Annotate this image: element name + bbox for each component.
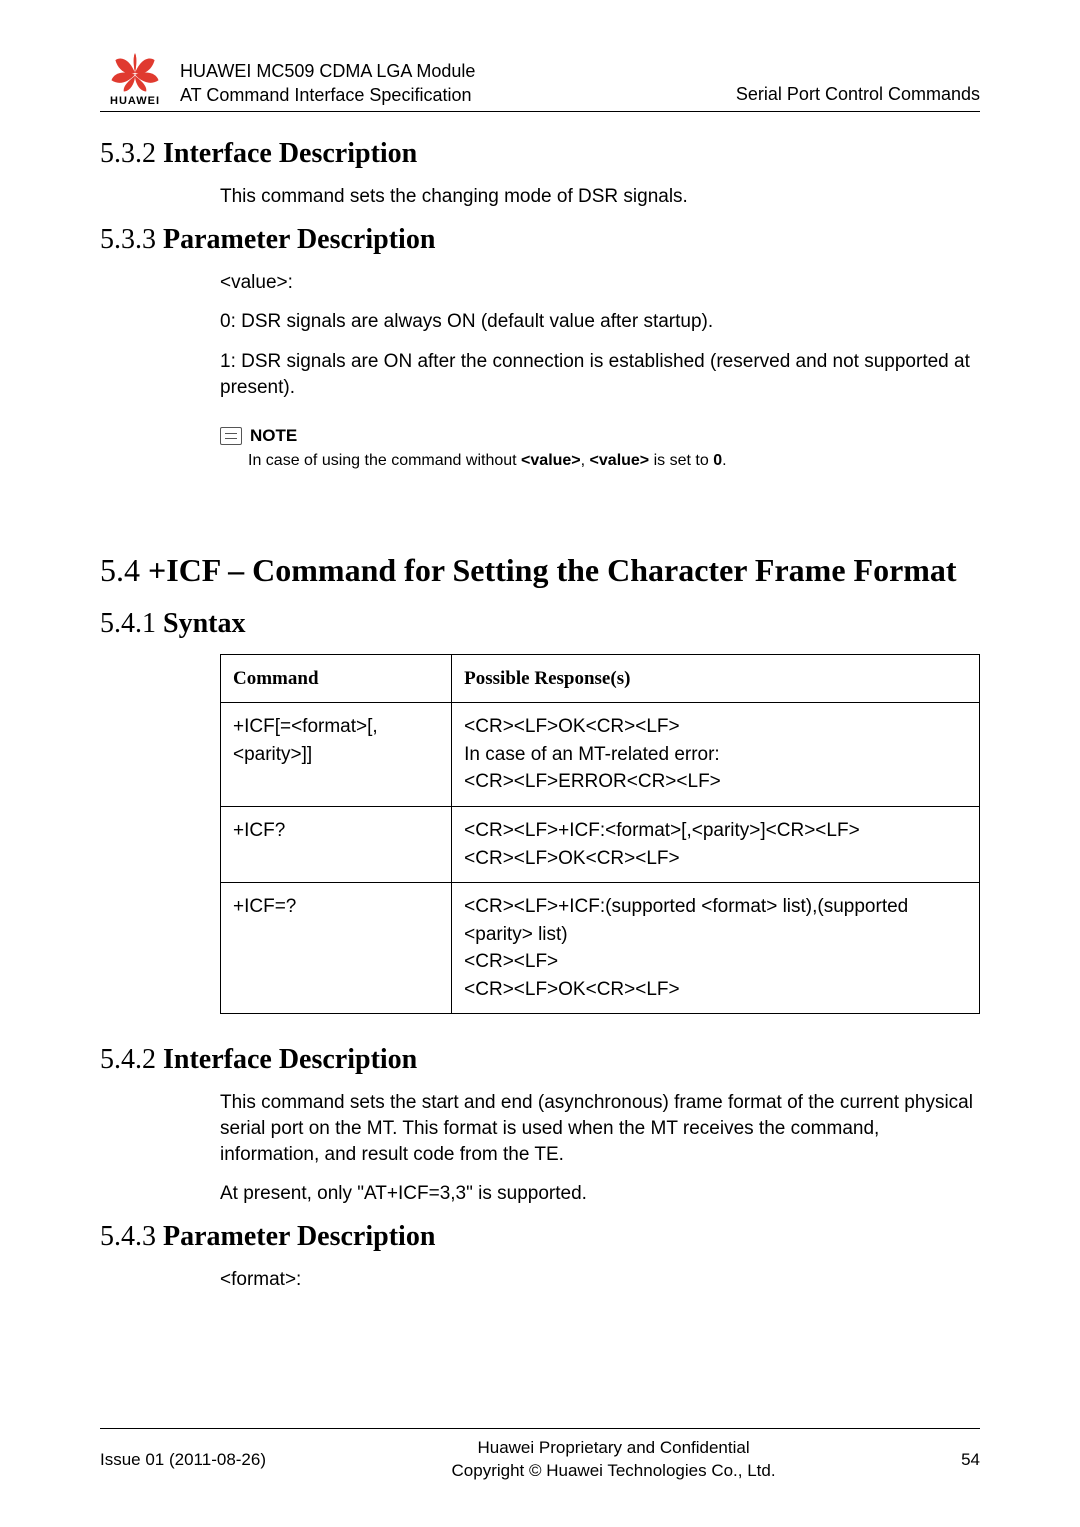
paragraph: 0: DSR signals are always ON (default va…	[220, 309, 980, 335]
doc-title-line2: AT Command Interface Specification	[180, 84, 736, 107]
paragraph: 1: DSR signals are ON after the connecti…	[220, 349, 980, 400]
table-row: +ICF[=<format>[,<parity>]] <CR><LF>OK<CR…	[221, 703, 980, 807]
huawei-logo: HUAWEI	[100, 52, 170, 107]
note-text: In case of using the command without <va…	[248, 450, 980, 472]
note-header: NOTE	[220, 426, 980, 446]
paragraph: This command sets the changing mode of D…	[220, 184, 980, 210]
table-cell: +ICF?	[221, 806, 452, 882]
table-row: +ICF=? <CR><LF>+ICF:(supported <format> …	[221, 883, 980, 1014]
paragraph: <value>:	[220, 270, 980, 296]
huawei-petal-icon	[107, 52, 163, 94]
heading-5-4-2: 5.4.2 Interface Description	[100, 1044, 980, 1076]
heading-5-4-1: 5.4.1 Syntax	[100, 608, 980, 640]
heading-5-4: 5.4 +ICF – Command for Setting the Chara…	[100, 550, 980, 590]
footer-center: Huawei Proprietary and Confidential Copy…	[266, 1437, 961, 1483]
note-label: NOTE	[250, 426, 297, 446]
footer-issue: Issue 01 (2011-08-26)	[100, 1450, 266, 1470]
table-cell: +ICF=?	[221, 883, 452, 1014]
page-number: 54	[961, 1450, 980, 1470]
logo-text: HUAWEI	[110, 95, 160, 107]
note-block: NOTE In case of using the command withou…	[220, 426, 980, 472]
syntax-table: Command Possible Response(s) +ICF[=<form…	[220, 654, 980, 1014]
header-titles: HUAWEI MC509 CDMA LGA Module AT Command …	[180, 60, 736, 107]
table-row: +ICF? <CR><LF>+ICF:<format>[,<parity>]<C…	[221, 806, 980, 882]
page-header: HUAWEI HUAWEI MC509 CDMA LGA Module AT C…	[100, 52, 980, 112]
paragraph: <format>:	[220, 1267, 980, 1293]
note-icon	[220, 427, 242, 445]
heading-5-4-3: 5.4.3 Parameter Description	[100, 1221, 980, 1253]
header-section-name: Serial Port Control Commands	[736, 84, 980, 107]
paragraph: At present, only "AT+ICF=3,3" is support…	[220, 1181, 980, 1207]
heading-5-3-3: 5.3.3 Parameter Description	[100, 224, 980, 256]
footer-rule	[100, 1428, 980, 1429]
table-header-row: Command Possible Response(s)	[221, 654, 980, 703]
table-header: Command	[221, 654, 452, 703]
doc-title-line1: HUAWEI MC509 CDMA LGA Module	[180, 60, 736, 83]
page-footer: Issue 01 (2011-08-26) Huawei Proprietary…	[100, 1428, 980, 1483]
heading-5-3-2: 5.3.2 Interface Description	[100, 138, 980, 170]
table-header: Possible Response(s)	[452, 654, 980, 703]
table-cell: +ICF[=<format>[,<parity>]]	[221, 703, 452, 807]
table-cell: <CR><LF>+ICF:(supported <format> list),(…	[452, 883, 980, 1014]
paragraph: This command sets the start and end (asy…	[220, 1090, 980, 1167]
table-cell: <CR><LF>OK<CR><LF> In case of an MT-rela…	[452, 703, 980, 807]
table-cell: <CR><LF>+ICF:<format>[,<parity>]<CR><LF>…	[452, 806, 980, 882]
